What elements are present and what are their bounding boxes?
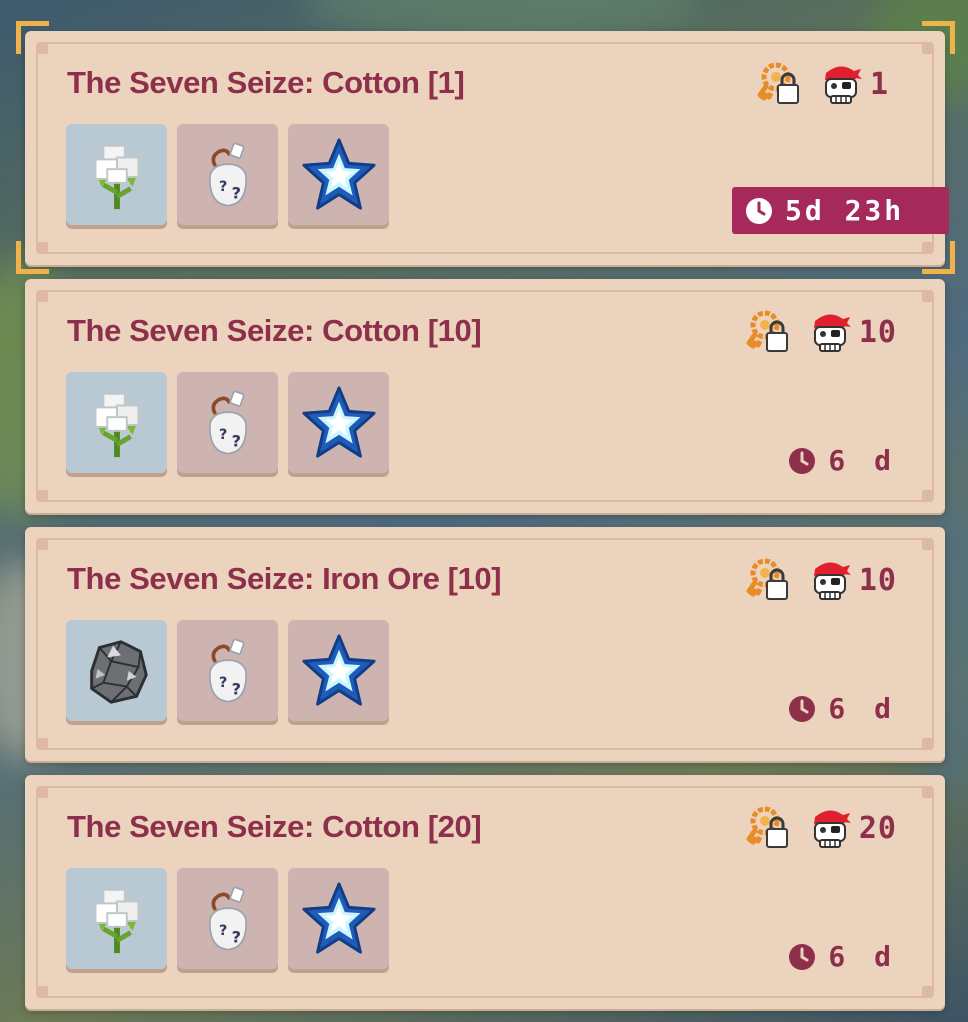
cotton-icon <box>78 384 156 462</box>
selection-bracket-top-left <box>16 21 49 54</box>
quest-level: 20 <box>858 810 897 846</box>
mystery-bag-icon <box>192 139 264 211</box>
mystery-bag-icon <box>192 387 264 459</box>
frame-corner <box>38 540 48 550</box>
quest-title: The Seven Seize: Iron Ore [10] <box>67 561 502 596</box>
clock-icon <box>788 943 816 971</box>
frame-corner <box>38 490 48 500</box>
quest-status: 10 <box>743 309 897 355</box>
key-lock-icon <box>743 309 791 355</box>
pirate-skull-icon <box>809 559 851 601</box>
star-icon <box>300 136 378 214</box>
selection-bracket-bottom-left <box>16 241 49 274</box>
reward-items <box>66 124 389 225</box>
time-remaining: 6 d <box>828 692 897 725</box>
clock-icon <box>788 447 816 475</box>
reward-slot[interactable] <box>177 372 278 473</box>
time-remaining: 6 d <box>828 940 897 973</box>
quest-card[interactable]: The Seven Seize: Cotton [20] 20 6 d <box>25 775 945 1009</box>
mystery-bag-icon <box>192 883 264 955</box>
pirate-skull-icon <box>809 807 851 849</box>
quest-card[interactable]: The Seven Seize: Cotton [1] 1 5d 23h <box>25 31 949 265</box>
quest-card[interactable]: The Seven Seize: Cotton [10] 10 6 d <box>25 279 945 513</box>
quest-status: 20 <box>743 805 897 851</box>
frame-corner <box>922 986 932 996</box>
key-lock-icon <box>743 557 791 603</box>
resource-slot[interactable] <box>66 620 167 721</box>
cotton-icon <box>78 136 156 214</box>
quest-status: 1 <box>754 61 889 107</box>
frame-corner <box>922 540 932 550</box>
quest-timer: 6 d <box>788 692 897 725</box>
frame-corner <box>38 788 48 798</box>
star-icon <box>300 384 378 462</box>
reward-items <box>66 372 389 473</box>
quest-level: 1 <box>869 66 889 102</box>
quest-status: 10 <box>743 557 897 603</box>
star-icon <box>300 632 378 710</box>
timer-badge: 5d 23h <box>732 187 949 234</box>
resource-slot[interactable] <box>66 868 167 969</box>
frame-corner <box>38 986 48 996</box>
star-icon <box>300 880 378 958</box>
resource-slot[interactable] <box>66 372 167 473</box>
frame-corner <box>922 490 932 500</box>
quest-level: 10 <box>858 562 897 598</box>
reward-slot[interactable] <box>177 868 278 969</box>
reward-items <box>66 868 389 969</box>
selection-bracket-bottom-right <box>922 241 955 274</box>
frame-corner <box>922 788 932 798</box>
key-lock-icon <box>743 805 791 851</box>
quest-title: The Seven Seize: Cotton [20] <box>67 809 482 844</box>
quest-title: The Seven Seize: Cotton [1] <box>67 65 465 100</box>
time-remaining: 6 d <box>828 444 897 477</box>
reward-slot[interactable] <box>288 124 389 225</box>
pirate-skull-icon <box>820 63 862 105</box>
quest-card[interactable]: The Seven Seize: Iron Ore [10] 10 6 d <box>25 527 945 761</box>
quest-level: 10 <box>858 314 897 350</box>
frame-corner <box>922 738 932 748</box>
clock-icon <box>745 197 773 225</box>
quest-timer: 6 d <box>788 444 897 477</box>
selection-bracket-top-right <box>922 21 955 54</box>
reward-slot[interactable] <box>177 620 278 721</box>
reward-slot[interactable] <box>288 372 389 473</box>
frame-corner <box>38 738 48 748</box>
reward-items <box>66 620 389 721</box>
mystery-bag-icon <box>192 635 264 707</box>
pirate-skull-icon <box>809 311 851 353</box>
frame-corner <box>922 292 932 302</box>
reward-slot[interactable] <box>177 124 278 225</box>
cotton-icon <box>78 880 156 958</box>
quest-title: The Seven Seize: Cotton [10] <box>67 313 482 348</box>
resource-slot[interactable] <box>66 124 167 225</box>
clock-icon <box>788 695 816 723</box>
reward-slot[interactable] <box>288 868 389 969</box>
time-remaining: 5d 23h <box>785 194 905 227</box>
reward-slot[interactable] <box>288 620 389 721</box>
quest-timer: 6 d <box>788 940 897 973</box>
key-lock-icon <box>754 61 802 107</box>
frame-corner <box>38 292 48 302</box>
iron-ore-icon <box>78 632 156 710</box>
